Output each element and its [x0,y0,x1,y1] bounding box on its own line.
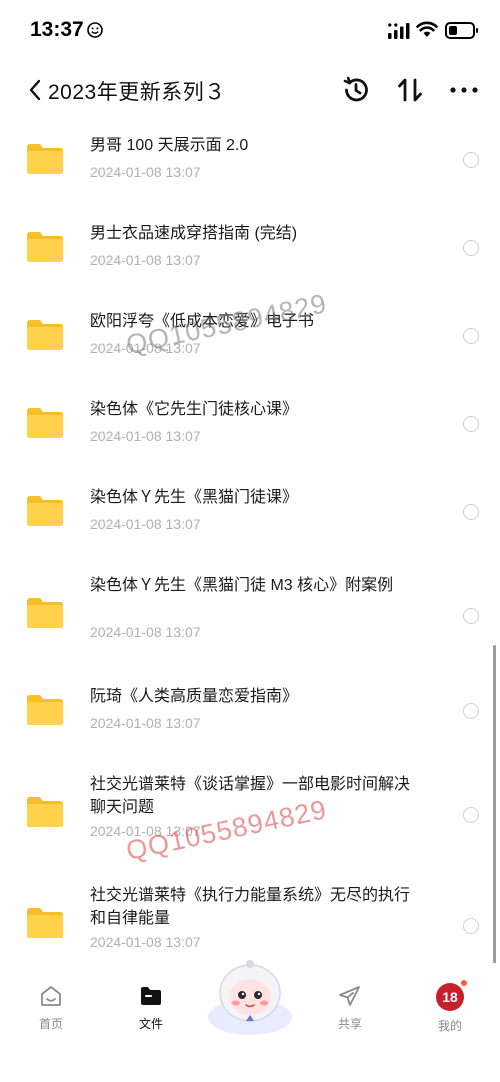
nav-share-label: 共享 [337,1017,362,1031]
file-row[interactable]: 男士衣品速成穿搭指南 (完结) 2024-01-08 13:07 [0,216,500,298]
smiley-icon [87,22,103,38]
bottom-nav: 首页 文件 共享 18 我的 [0,960,500,1082]
select-checkbox[interactable] [463,240,479,256]
status-time: 13:37 [30,18,84,41]
select-checkbox[interactable] [463,703,479,719]
nav-files-label: 文件 [138,1017,163,1031]
file-date: 2024-01-08 13:07 [90,428,201,444]
folder-icon [27,320,63,350]
history-icon[interactable] [340,74,372,106]
paper-plane-icon [339,986,360,1006]
nav-share[interactable]: 共享 [320,983,380,1043]
select-checkbox[interactable] [463,504,479,520]
sort-icon[interactable] [394,74,426,106]
file-row[interactable]: 男哥 100 天展示面 2.0 2024-01-08 13:07 [0,128,500,210]
signal-icon [388,23,410,39]
page-title: 2023年更新系列３ [48,81,226,104]
select-checkbox[interactable] [463,608,479,624]
folder-icon [27,908,63,938]
folder-icon [27,408,63,438]
header: 2023年更新系列３ [0,62,500,118]
nav-home[interactable]: 首页 [21,983,81,1043]
file-name: 男哥 100 天展示面 2.0 [90,137,249,154]
more-icon[interactable] [448,74,480,106]
file-row[interactable]: 染色体《它先生门徒核心课》 2024-01-08 13:07 [0,392,500,474]
nav-home-label: 首页 [38,1017,63,1031]
nav-files[interactable]: 文件 [121,983,181,1043]
back-button[interactable] [24,75,48,105]
folder-icon [27,695,63,725]
select-checkbox[interactable] [463,807,479,823]
nav-mine-label: 我的 [437,1019,462,1033]
select-checkbox[interactable] [463,416,479,432]
folder-icon [27,232,63,262]
file-row[interactable]: 染色体Ｙ先生《黑猫门徒课》 2024-01-08 13:07 [0,480,500,562]
folder-icon [27,496,63,526]
file-date: 2024-01-08 13:07 [90,624,201,640]
file-row[interactable]: 染色体Ｙ先生《黑猫门徒 M3 核心》附案例 2024-01-08 13:07 [0,568,500,672]
nav-mine[interactable]: 18 我的 [420,979,480,1043]
notification-dot [460,979,468,987]
select-checkbox[interactable] [463,918,479,934]
battery-icon [445,22,478,39]
scrollbar[interactable] [493,645,496,970]
file-name: 染色体Ｙ先生《黑猫门徒课》 [90,489,299,506]
avatar: 18 [436,979,468,1011]
status-bar: 13:37 [0,0,500,62]
file-date: 2024-01-08 13:07 [90,516,201,532]
file-row[interactable]: 阮琦《人类高质量恋爱指南》 2024-01-08 13:07 [0,679,500,761]
file-name: 染色体《它先生门徒核心课》 [90,401,299,418]
file-date: 2024-01-08 13:07 [90,715,201,731]
folder-icon [141,987,161,1005]
file-name: 阮琦《人类高质量恋爱指南》 [90,688,299,705]
file-date: 2024-01-08 13:07 [90,164,201,180]
select-checkbox[interactable] [463,328,479,344]
select-checkbox[interactable] [463,152,479,168]
folder-icon [27,144,63,174]
file-name: 染色体Ｙ先生《黑猫门徒 M3 核心》附案例 [90,577,394,594]
file-row[interactable]: 社交光谱莱特《执行力能量系统》无尽的执行和自律能量 2024-01-08 13:0… [0,878,500,963]
avatar-text: 18 [442,989,458,1005]
file-date: 2024-01-08 13:07 [90,934,201,950]
file-date: 2024-01-08 13:07 [90,252,201,268]
mascot-astronaut-icon[interactable] [204,955,296,1035]
file-name: 男士衣品速成穿搭指南 (完结) [90,225,298,242]
folder-icon [27,598,63,628]
home-icon [41,986,61,1006]
folder-icon [27,797,63,827]
file-name: 社交光谱莱特《执行力能量系统》无尽的执行和自律能量 [90,887,411,927]
wifi-icon [416,21,438,37]
